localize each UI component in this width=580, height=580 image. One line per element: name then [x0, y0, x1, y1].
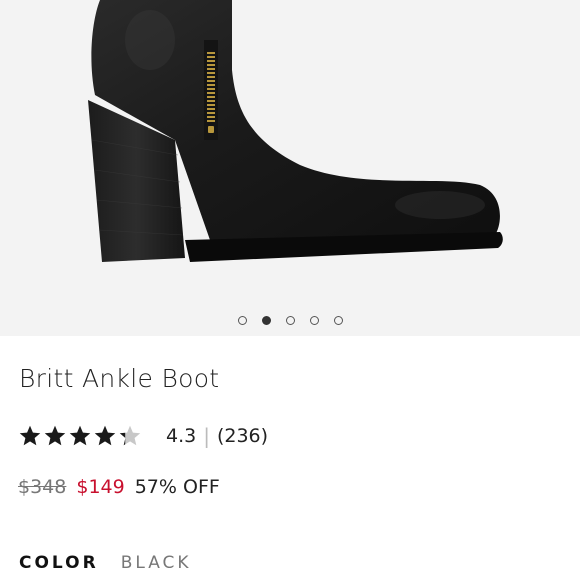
- star-rating: [18, 424, 142, 448]
- rating-value: 4.3: [166, 425, 197, 447]
- carousel-dot[interactable]: [333, 315, 343, 325]
- star-icon: [94, 425, 116, 446]
- star-icon: [44, 425, 66, 446]
- price-row: $348 $149 57% OFF: [18, 474, 220, 500]
- original-price: $348: [18, 476, 67, 498]
- carousel-dot[interactable]: [237, 315, 247, 325]
- star-icon: [19, 425, 41, 446]
- color-selector-header: COLOR BLACK: [19, 551, 192, 575]
- carousel-dot[interactable]: [285, 315, 295, 325]
- product-image-carousel[interactable]: [0, 0, 580, 336]
- carousel-dots: [0, 313, 580, 327]
- review-count-link[interactable]: (236): [217, 425, 268, 447]
- carousel-dot[interactable]: [261, 315, 271, 325]
- star-icon: [119, 425, 141, 446]
- rating-row[interactable]: 4.3 | (236): [18, 422, 268, 450]
- color-label: COLOR: [19, 553, 99, 573]
- discount-label: 57% OFF: [134, 476, 220, 498]
- rating-separator: |: [203, 424, 210, 448]
- ankle-boot-image: [88, 0, 503, 262]
- carousel-dot[interactable]: [309, 315, 319, 325]
- color-value: BLACK: [120, 553, 192, 573]
- sale-price: $149: [76, 476, 125, 498]
- product-title: Britt Ankle Boot: [19, 364, 220, 393]
- star-icon: [69, 425, 91, 446]
